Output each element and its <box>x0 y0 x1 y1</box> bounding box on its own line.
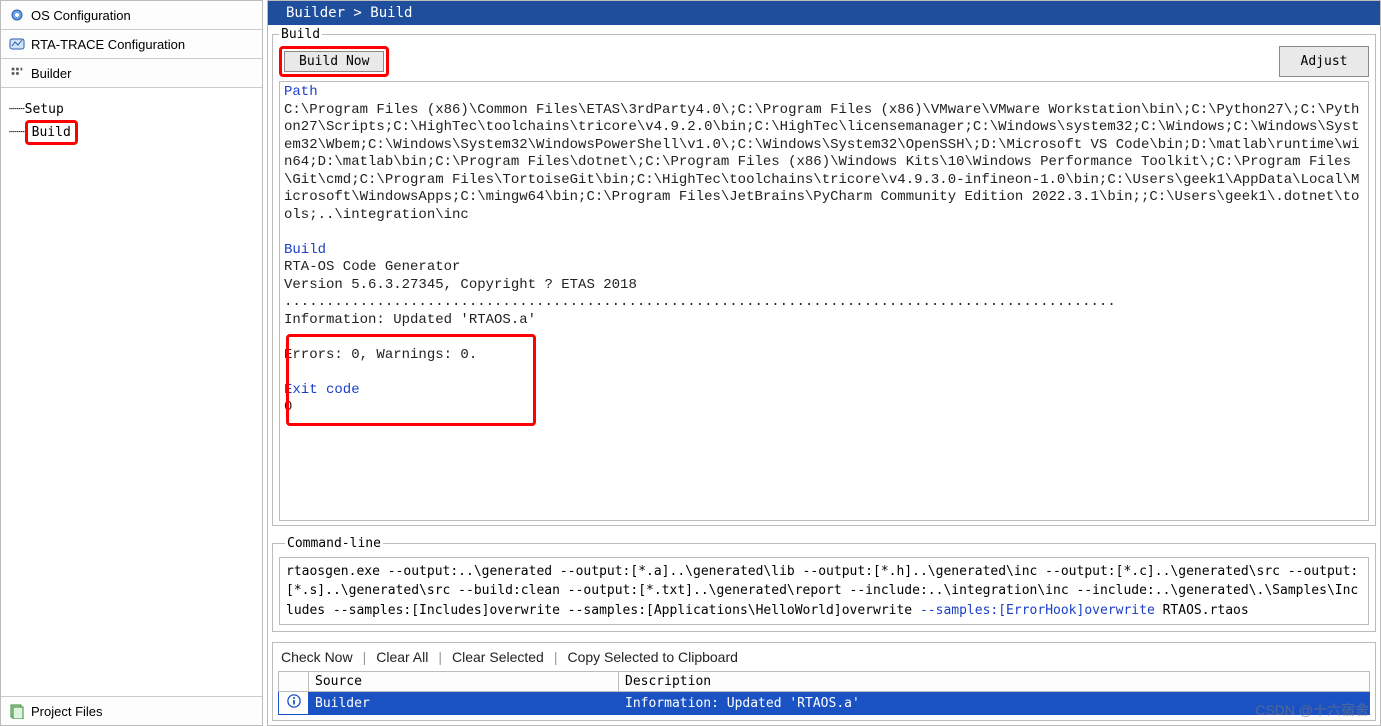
info-icon <box>279 692 309 715</box>
build-toolbar: Build Now Adjust <box>273 42 1375 81</box>
builder-tree: ┈┈Setup ┈┈Build <box>1 88 262 153</box>
build-group: Build Build Now Adjust Path C:\Program F… <box>272 27 1376 526</box>
clear-selected-button[interactable]: Clear Selected <box>452 649 544 665</box>
sidebar-item-label: Builder <box>31 66 71 81</box>
sidebar-item-label: Project Files <box>31 704 103 719</box>
table-row[interactable]: Builder Information: Updated 'RTAOS.a' <box>279 692 1370 715</box>
command-line-legend: Command-line <box>285 536 383 551</box>
adjust-button[interactable]: Adjust <box>1279 46 1369 77</box>
col-description[interactable]: Description <box>619 672 1370 692</box>
build-log-wrap: Path C:\Program Files (x86)\Common Files… <box>279 81 1369 521</box>
sidebar-item-rta-trace[interactable]: RTA-TRACE Configuration <box>1 30 262 59</box>
breadcrumb: Builder > Build <box>268 1 1380 25</box>
table-header-row: Source Description <box>279 672 1370 692</box>
cell-description: Information: Updated 'RTAOS.a' <box>619 692 1370 715</box>
build-now-button[interactable]: Build Now <box>284 51 384 72</box>
trace-icon <box>9 36 25 52</box>
messages-table: Source Description Builder Information: … <box>278 671 1370 715</box>
tree-item-setup[interactable]: ┈┈Setup <box>9 100 254 120</box>
copy-selected-button[interactable]: Copy Selected to Clipboard <box>567 649 737 665</box>
build-legend: Build <box>279 27 322 42</box>
messages-actions: Check Now | Clear All | Clear Selected |… <box>273 643 1375 671</box>
command-line-text[interactable]: rtaosgen.exe --output:..\generated --out… <box>279 557 1369 626</box>
sidebar-item-project-files[interactable]: Project Files <box>1 696 262 725</box>
sidebar-item-builder[interactable]: Builder <box>1 59 262 88</box>
clear-all-button[interactable]: Clear All <box>376 649 428 665</box>
sidebar-item-label: OS Configuration <box>31 8 131 23</box>
messages-panel: Check Now | Clear All | Clear Selected |… <box>272 642 1376 721</box>
cell-source: Builder <box>309 692 619 715</box>
tree-item-build[interactable]: ┈┈Build <box>9 120 254 146</box>
sidebar-item-os-config[interactable]: OS Configuration <box>1 1 262 30</box>
command-line-group: Command-line rtaosgen.exe --output:..\ge… <box>272 536 1376 633</box>
sidebar-item-label: RTA-TRACE Configuration <box>31 37 185 52</box>
main-panel: Builder > Build Build Build Now Adjust P… <box>267 0 1381 726</box>
builder-icon <box>9 65 25 81</box>
gear-icon <box>9 7 25 23</box>
sidebar: OS Configuration RTA-TRACE Configuration… <box>0 0 263 726</box>
check-now-button[interactable]: Check Now <box>281 649 353 665</box>
col-source[interactable]: Source <box>309 672 619 692</box>
col-icon[interactable] <box>279 672 309 692</box>
build-log[interactable]: Path C:\Program Files (x86)\Common Files… <box>280 82 1368 520</box>
files-icon <box>9 703 25 719</box>
